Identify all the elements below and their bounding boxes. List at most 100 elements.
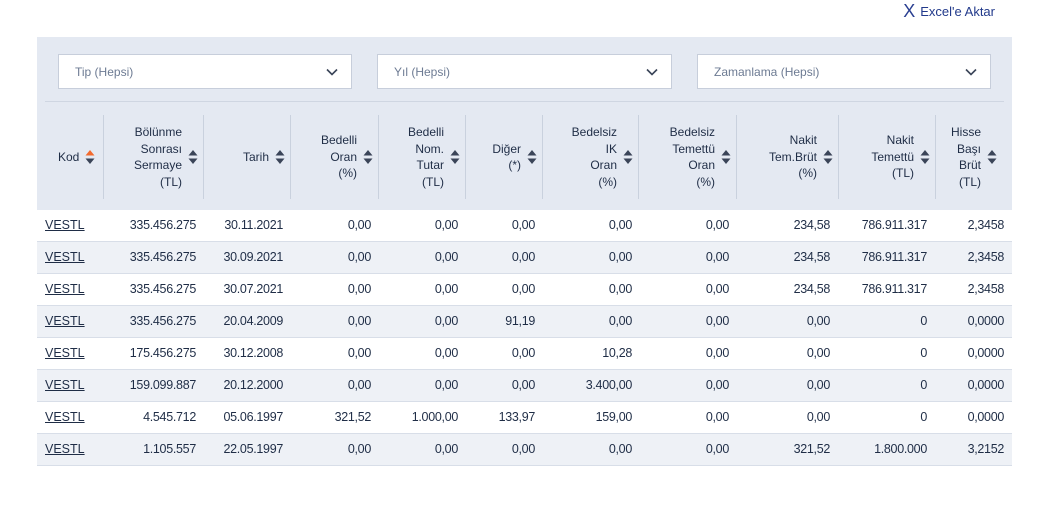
sort-arrows-icon[interactable] xyxy=(623,148,633,166)
sort-arrows-icon[interactable] xyxy=(450,148,460,166)
table-row: VESTL 4.545.712 05.06.1997 321,52 1.000,00 13… xyxy=(37,402,1012,434)
sort-arrows-icon[interactable] xyxy=(527,148,537,166)
stock-code-link[interactable]: VESTL xyxy=(45,370,85,401)
cell-bedelli_oran: 0,00 xyxy=(347,442,371,456)
cell-bedelsiz_tem: 0,00 xyxy=(705,250,729,264)
sort-arrows-icon[interactable] xyxy=(275,148,285,166)
stock-code-link[interactable]: VESTL xyxy=(45,338,85,369)
cell-diger: 0,00 xyxy=(511,346,535,360)
stock-code-link[interactable]: VESTL xyxy=(45,434,85,465)
cell-bedelsiz_ik: 0,00 xyxy=(608,218,632,232)
table-header: Kod Bölünme Sonrası Sermaye (TL) Tarih Bede… xyxy=(37,102,1012,210)
table-row: VESTL 335.456.275 30.07.2021 0,00 0,00 0,00 0,… xyxy=(37,274,1012,306)
cell-sermaye: 335.456.275 xyxy=(129,314,197,328)
column-header-diger[interactable]: Diğer (*) xyxy=(466,115,543,199)
timing-filter-value: Zamanlama (Hepsi) xyxy=(714,64,820,79)
cell-nakit_oran: 0,00 xyxy=(806,378,830,392)
cell-hisse_brut: 0,0000 xyxy=(967,410,1005,424)
cell-nakit_oran: 234,58 xyxy=(793,282,831,296)
column-label-sermaye: Bölünme Sonrası Sermaye (TL) xyxy=(133,125,182,189)
column-header-bedelli_nom[interactable]: Bedelli Nom. Tutar (TL) xyxy=(379,115,466,199)
table-body: VESTL 335.456.275 30.11.2021 0,00 0,00 0,00 0,… xyxy=(37,210,1012,466)
cell-tarih: 30.12.2008 xyxy=(223,346,283,360)
column-label-diger: Diğer (*) xyxy=(492,141,521,173)
cell-bedelli_oran: 0,00 xyxy=(347,250,371,264)
cell-hisse_brut: 0,0000 xyxy=(967,346,1005,360)
cell-bedelli_oran: 321,52 xyxy=(334,410,372,424)
cell-hisse_brut: 3,2152 xyxy=(967,442,1005,456)
cell-nakit_oran: 234,58 xyxy=(793,250,831,264)
column-label-tarih: Tarih xyxy=(242,149,269,164)
cell-hisse_brut: 2,3458 xyxy=(967,218,1005,232)
cell-bedelli_oran: 0,00 xyxy=(347,314,371,328)
cell-nakit_oran: 0,00 xyxy=(806,410,830,424)
cell-bedelsiz_tem: 0,00 xyxy=(705,314,729,328)
sort-arrows-icon[interactable] xyxy=(363,148,373,166)
sort-arrows-icon[interactable] xyxy=(823,148,833,166)
cell-sermaye: 335.456.275 xyxy=(129,282,197,296)
cell-diger: 0,00 xyxy=(511,378,535,392)
cell-bedelsiz_ik: 0,00 xyxy=(608,250,632,264)
excel-x-icon: X xyxy=(903,1,916,21)
sort-arrows-icon[interactable] xyxy=(721,148,731,166)
cell-bedelsiz_tem: 0,00 xyxy=(705,282,729,296)
cell-bedelsiz_tem: 0,00 xyxy=(705,378,729,392)
cell-diger: 0,00 xyxy=(511,442,535,456)
table-row: VESTL 159.099.887 20.12.2000 0,00 0,00 0,00 3.… xyxy=(37,370,1012,402)
cell-diger: 133,97 xyxy=(498,410,536,424)
sort-arrows-icon[interactable] xyxy=(85,148,95,166)
stock-code-link[interactable]: VESTL xyxy=(45,210,85,241)
year-filter-value: Yıl (Hepsi) xyxy=(394,64,451,79)
column-header-tarih[interactable]: Tarih xyxy=(204,115,291,199)
stock-code-link[interactable]: VESTL xyxy=(45,242,85,273)
column-header-bedelli_oran[interactable]: Bedelli Oran (%) xyxy=(291,115,379,199)
sort-arrows-icon[interactable] xyxy=(188,148,198,166)
type-filter-select[interactable]: Tip (Hepsi) xyxy=(58,54,352,89)
cell-sermaye: 4.545.712 xyxy=(143,410,196,424)
column-header-nakit_tl[interactable]: Nakit Temettü (TL) xyxy=(839,115,936,199)
timing-filter-select[interactable]: Zamanlama (Hepsi) xyxy=(697,54,991,89)
table-row: VESTL 335.456.275 30.09.2021 0,00 0,00 0,00 0,… xyxy=(37,242,1012,274)
column-label-kod: Kod xyxy=(58,149,80,164)
cell-bedelsiz_ik: 0,00 xyxy=(608,314,632,328)
column-label-bedelli_oran: Bedelli Oran (%) xyxy=(320,133,357,181)
cell-sermaye: 175.456.275 xyxy=(129,346,197,360)
cell-bedelsiz_tem: 0,00 xyxy=(705,218,729,232)
cell-bedelsiz_ik: 0,00 xyxy=(608,282,632,296)
year-filter-select[interactable]: Yıl (Hepsi) xyxy=(377,54,672,89)
sort-arrows-icon[interactable] xyxy=(920,148,930,166)
cell-nakit_oran: 0,00 xyxy=(806,346,830,360)
cell-sermaye: 335.456.275 xyxy=(129,250,197,264)
cell-diger: 0,00 xyxy=(511,218,535,232)
type-filter-value: Tip (Hepsi) xyxy=(75,64,134,79)
cell-diger: 91,19 xyxy=(505,314,535,328)
cell-tarih: 20.12.2000 xyxy=(223,378,283,392)
cell-bedelsiz_ik: 159,00 xyxy=(595,410,633,424)
excel-export-link[interactable]: X Excel'e Aktar xyxy=(903,2,995,20)
cell-bedelsiz_tem: 0,00 xyxy=(705,346,729,360)
cell-tarih: 30.11.2021 xyxy=(224,218,283,232)
column-header-kod[interactable]: Kod xyxy=(45,115,104,199)
column-label-bedelsiz_ik: Bedelsiz IK Oran (%) xyxy=(571,125,617,189)
stock-code-link[interactable]: VESTL xyxy=(45,274,85,305)
cell-bedelli_oran: 0,00 xyxy=(347,282,371,296)
cell-bedelsiz_tem: 0,00 xyxy=(705,442,729,456)
cell-sermaye: 335.456.275 xyxy=(129,218,197,232)
cell-tarih: 22.05.1997 xyxy=(223,442,283,456)
table-row: VESTL 1.105.557 22.05.1997 0,00 0,00 0,00 0,00… xyxy=(37,434,1012,466)
cell-sermaye: 159.099.887 xyxy=(129,378,197,392)
stock-code-link[interactable]: VESTL xyxy=(45,306,85,337)
cell-hisse_brut: 2,3458 xyxy=(967,250,1005,264)
chevron-down-icon xyxy=(326,68,338,76)
column-header-bedelsiz_ik[interactable]: Bedelsiz IK Oran (%) xyxy=(543,115,639,199)
column-header-hisse_brut[interactable]: Hisse Başı Brüt (TL) xyxy=(936,115,1003,199)
column-label-bedelli_nom: Bedelli Nom. Tutar (TL) xyxy=(407,125,444,189)
stock-code-link[interactable]: VESTL xyxy=(45,402,85,433)
column-label-hisse_brut: Hisse Başı Brüt (TL) xyxy=(950,125,981,189)
sort-arrows-icon[interactable] xyxy=(987,148,997,166)
column-header-bedelsiz_tem[interactable]: Bedelsiz Temettü Oran (%) xyxy=(639,115,737,199)
column-header-sermaye[interactable]: Bölünme Sonrası Sermaye (TL) xyxy=(104,115,204,199)
column-header-nakit_oran[interactable]: Nakit Tem.Brüt (%) xyxy=(737,115,839,199)
cell-tarih: 05.06.1997 xyxy=(223,410,283,424)
chevron-down-icon xyxy=(965,68,977,76)
